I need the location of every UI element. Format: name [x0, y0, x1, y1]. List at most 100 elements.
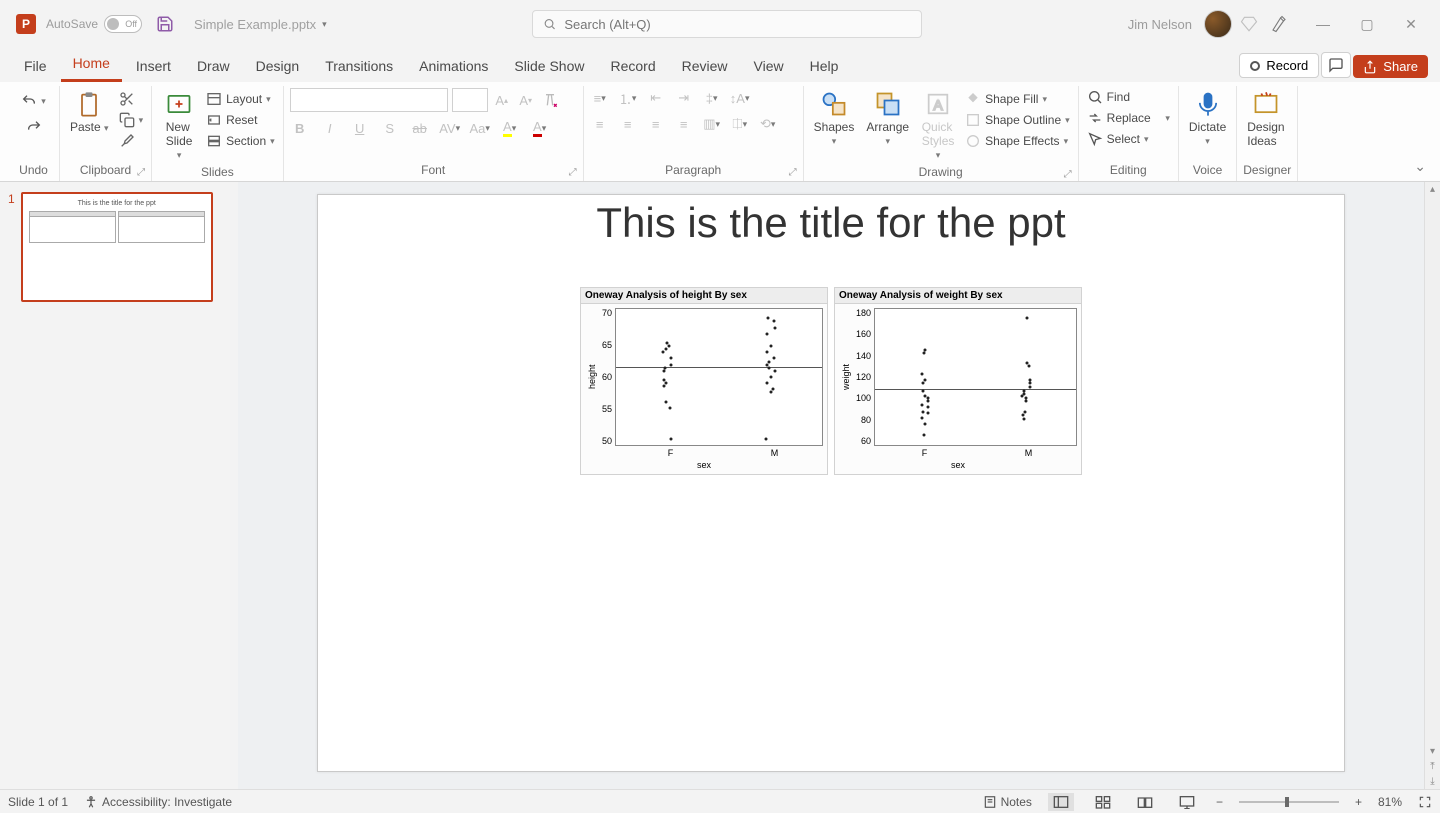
dictate-button[interactable]: Dictate▾	[1185, 88, 1230, 149]
normal-view-button[interactable]	[1048, 793, 1074, 811]
font-family-dropdown[interactable]	[290, 88, 448, 112]
slide-sorter-button[interactable]	[1090, 793, 1116, 811]
increase-font-button[interactable]: A▴	[492, 90, 512, 110]
design-ideas-button[interactable]: Design Ideas	[1243, 88, 1288, 150]
search-box[interactable]	[532, 10, 922, 38]
change-case-button[interactable]: Aa▾	[470, 118, 490, 138]
copy-button[interactable]: ▾	[117, 111, 146, 129]
underline-button[interactable]: U	[350, 118, 370, 138]
zoom-in-button[interactable]: +	[1355, 795, 1362, 809]
decrease-font-button[interactable]: A▾	[516, 90, 536, 110]
increase-indent-button[interactable]: ⇥	[674, 88, 694, 108]
shape-fill-button[interactable]: Shape Fill▾	[963, 90, 1072, 108]
accessibility-status[interactable]: Accessibility: Investigate	[84, 795, 232, 809]
justify-button[interactable]: ≡	[674, 114, 694, 134]
shapes-button[interactable]: Shapes▾	[810, 88, 859, 149]
clipboard-launcher[interactable]: ⤢	[137, 167, 145, 178]
zoom-slider[interactable]	[1239, 801, 1339, 803]
tab-file[interactable]: File	[12, 52, 59, 82]
font-launcher[interactable]: ⤢	[569, 167, 577, 178]
save-icon[interactable]	[156, 15, 174, 33]
tab-review[interactable]: Review	[670, 52, 740, 82]
font-size-dropdown[interactable]	[452, 88, 488, 112]
vertical-scrollbar[interactable]: ▴ ▾ ⤒ ⤓	[1424, 182, 1440, 789]
notes-button[interactable]: Notes	[983, 795, 1032, 809]
diamond-icon[interactable]	[1240, 15, 1258, 33]
highlight-button[interactable]: A▾	[500, 118, 520, 138]
select-button[interactable]: Select▾	[1085, 130, 1151, 148]
bold-button[interactable]: B	[290, 118, 310, 138]
reset-button[interactable]: Reset	[204, 111, 277, 129]
tab-insert[interactable]: Insert	[124, 52, 183, 82]
tab-slide-show[interactable]: Slide Show	[502, 52, 596, 82]
arrange-button[interactable]: Arrange▾	[862, 88, 913, 149]
share-button[interactable]: Share	[1353, 55, 1428, 78]
replace-button[interactable]: Replace ▾	[1085, 109, 1172, 127]
tab-help[interactable]: Help	[798, 52, 851, 82]
tab-animations[interactable]: Animations	[407, 52, 500, 82]
comments-button[interactable]	[1321, 52, 1351, 78]
next-slide-icon[interactable]: ⤓	[1430, 774, 1434, 789]
tab-draw[interactable]: Draw	[185, 52, 242, 82]
bullets-button[interactable]: ≡▾	[590, 88, 610, 108]
find-button[interactable]: Find	[1085, 88, 1132, 106]
font-color-button[interactable]: A▾	[530, 118, 550, 138]
new-slide-button[interactable]: New Slide▾	[158, 88, 200, 163]
fit-to-window-button[interactable]	[1418, 795, 1432, 809]
align-text-button[interactable]: ⎅▾	[730, 114, 750, 134]
decrease-indent-button[interactable]: ⇤	[646, 88, 666, 108]
shadow-button[interactable]: S	[380, 118, 400, 138]
autosave-control[interactable]: AutoSave Off	[46, 15, 142, 33]
layout-button[interactable]: Layout▾	[204, 90, 277, 108]
columns-button[interactable]: ▥▾	[702, 114, 722, 134]
document-title[interactable]: Simple Example.pptx▾	[194, 17, 327, 32]
reading-view-button[interactable]	[1132, 793, 1158, 811]
record-button[interactable]: Record	[1239, 53, 1319, 78]
close-button[interactable]: ✕	[1398, 16, 1424, 33]
prev-slide-icon[interactable]: ⤒	[1430, 759, 1434, 774]
paragraph-launcher[interactable]: ⤢	[789, 167, 797, 178]
chart-0[interactable]: Oneway Analysis of height By sexheight70…	[580, 287, 828, 475]
shape-outline-button[interactable]: Shape Outline▾	[963, 111, 1072, 129]
scroll-up-icon[interactable]: ▴	[1430, 182, 1435, 197]
smartart-button[interactable]: ⟲▾	[758, 114, 778, 134]
slideshow-button[interactable]	[1174, 793, 1200, 811]
shape-effects-button[interactable]: Shape Effects▾	[963, 132, 1072, 150]
minimize-button[interactable]: —	[1310, 16, 1336, 33]
char-spacing-button[interactable]: AV▾	[440, 118, 460, 138]
tab-record[interactable]: Record	[598, 52, 667, 82]
slide-canvas-area[interactable]: This is the title for the ppt Oneway Ana…	[238, 182, 1424, 789]
numbering-button[interactable]: ⒈▾	[618, 88, 638, 108]
tab-home[interactable]: Home	[61, 49, 122, 82]
section-button[interactable]: Section▾	[204, 132, 277, 150]
undo-button[interactable]: ▾	[19, 92, 48, 110]
redo-button[interactable]	[24, 118, 44, 136]
user-account[interactable]: Jim Nelson	[1128, 10, 1232, 38]
collapse-ribbon-button[interactable]: ⌄	[1414, 158, 1426, 175]
clear-formatting-button[interactable]	[540, 90, 560, 110]
drawing-launcher[interactable]: ⤢	[1064, 169, 1072, 180]
autosave-toggle[interactable]: Off	[104, 15, 142, 33]
quick-styles-button[interactable]: AQuick Styles▾	[917, 88, 959, 163]
search-input[interactable]	[564, 17, 911, 32]
slide-title[interactable]: This is the title for the ppt	[318, 199, 1344, 247]
maximize-button[interactable]: ▢	[1354, 16, 1380, 33]
align-right-button[interactable]: ≡	[646, 114, 666, 134]
align-left-button[interactable]: ≡	[590, 114, 610, 134]
align-center-button[interactable]: ≡	[618, 114, 638, 134]
line-spacing-button[interactable]: ‡▾	[702, 88, 722, 108]
zoom-out-button[interactable]: −	[1216, 795, 1223, 809]
slide-thumbnail-1[interactable]: This is the title for the ppt	[21, 192, 213, 302]
chart-1[interactable]: Oneway Analysis of weight By sexweight18…	[834, 287, 1082, 475]
strikethrough-button[interactable]: ab	[410, 118, 430, 138]
coming-soon-icon[interactable]	[1270, 15, 1288, 33]
paste-button[interactable]: Paste ▾	[66, 88, 113, 136]
slide-counter[interactable]: Slide 1 of 1	[8, 795, 68, 809]
tab-transitions[interactable]: Transitions	[313, 52, 405, 82]
format-painter-button[interactable]	[117, 132, 146, 150]
tab-design[interactable]: Design	[244, 52, 312, 82]
scroll-down-icon[interactable]: ▾	[1430, 744, 1435, 759]
text-direction-button[interactable]: ↕A▾	[730, 88, 750, 108]
slide[interactable]: This is the title for the ppt Oneway Ana…	[317, 194, 1345, 772]
tab-view[interactable]: View	[742, 52, 796, 82]
